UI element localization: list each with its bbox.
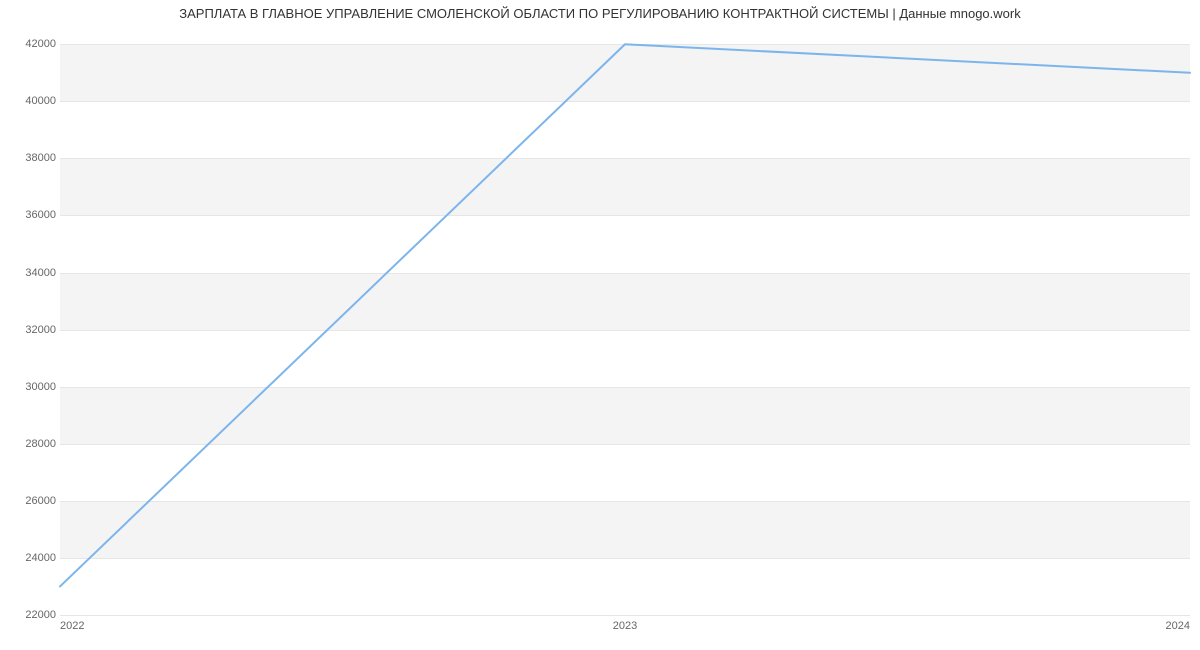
- line-series: [60, 30, 1190, 615]
- y-tick-label: 30000: [6, 381, 56, 393]
- gridline: [60, 615, 1190, 616]
- y-tick-label: 38000: [6, 152, 56, 164]
- chart-title: ЗАРПЛАТА В ГЛАВНОЕ УПРАВЛЕНИЕ СМОЛЕНСКОЙ…: [0, 6, 1200, 21]
- y-tick-label: 36000: [6, 209, 56, 221]
- x-tick-label: 2023: [613, 620, 637, 632]
- y-tick-label: 26000: [6, 495, 56, 507]
- y-tick-label: 28000: [6, 438, 56, 450]
- y-tick-label: 22000: [6, 609, 56, 621]
- y-tick-label: 32000: [6, 324, 56, 336]
- chart-container: ЗАРПЛАТА В ГЛАВНОЕ УПРАВЛЕНИЕ СМОЛЕНСКОЙ…: [0, 0, 1200, 650]
- y-tick-label: 40000: [6, 95, 56, 107]
- y-tick-label: 34000: [6, 267, 56, 279]
- y-tick-label: 42000: [6, 38, 56, 50]
- y-tick-label: 24000: [6, 552, 56, 564]
- plot-area: [60, 30, 1190, 616]
- x-tick-label: 2024: [1166, 620, 1190, 632]
- x-tick-label: 2022: [60, 620, 84, 632]
